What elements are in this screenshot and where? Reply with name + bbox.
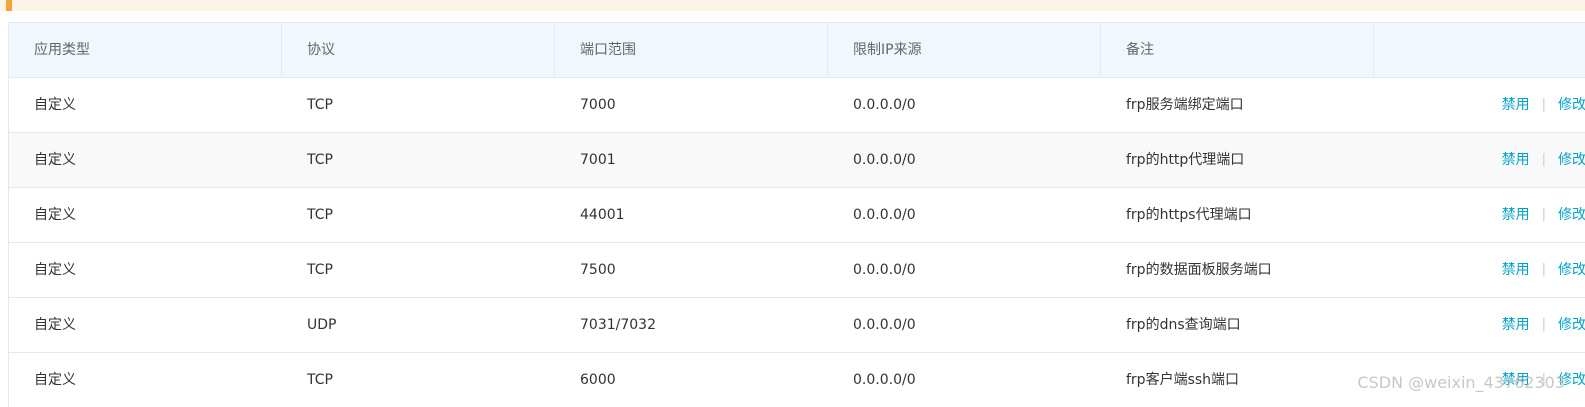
row-actions: 禁用 | 修改 [1502, 243, 1585, 297]
cell-app-type: 自定义 [34, 207, 76, 223]
cell-port-range: 7000 [580, 97, 616, 113]
disable-link[interactable]: 禁用 [1502, 298, 1530, 352]
action-separator: | [1541, 97, 1546, 112]
header-app-type: 应用类型 [9, 23, 282, 77]
cell-note: frp的dns查询端口 [1126, 317, 1241, 333]
row-actions: 禁用 | 修改 [1502, 78, 1585, 132]
cell-app-type: 自定义 [34, 317, 76, 333]
cell-port-range: 44001 [580, 207, 625, 223]
cell-port-range: 6000 [580, 372, 616, 388]
action-separator: | [1541, 317, 1546, 332]
disable-link[interactable]: 禁用 [1502, 133, 1530, 187]
cell-protocol: TCP [307, 97, 333, 113]
cell-actions: 禁用 | 修改 [1374, 78, 1585, 132]
table-row: 自定义 TCP 44001 0.0.0.0/0 frp的https代理端口 禁用… [9, 188, 1585, 243]
cell-actions: 禁用 | 修改 [1374, 188, 1585, 242]
cell-port-range: 7500 [580, 262, 616, 278]
cell-actions: 禁用 | 修改 [1374, 243, 1585, 297]
table-row: 自定义 TCP 7001 0.0.0.0/0 frp的http代理端口 禁用 |… [9, 133, 1585, 188]
disable-link[interactable]: 禁用 [1502, 353, 1530, 407]
cell-note: frp的数据面板服务端口 [1126, 262, 1272, 278]
action-separator: | [1541, 372, 1546, 387]
action-separator: | [1541, 152, 1546, 167]
cell-note: frp的https代理端口 [1126, 207, 1252, 223]
edit-link[interactable]: 修改 [1558, 243, 1585, 297]
cell-port-range: 7031/7032 [580, 317, 656, 333]
row-actions: 禁用 | 修改 [1502, 353, 1585, 407]
action-separator: | [1541, 207, 1546, 222]
action-separator: | [1541, 262, 1546, 277]
edit-link[interactable]: 修改 [1558, 353, 1585, 407]
rules-table: 应用类型 协议 端口范围 限制IP来源 备注 自定义 TCP 7000 0.0.… [8, 22, 1585, 407]
table-row: 自定义 UDP 7031/7032 0.0.0.0/0 frp的dns查询端口 … [9, 298, 1585, 353]
cell-protocol: TCP [307, 207, 333, 223]
cell-port-range: 7001 [580, 152, 616, 168]
cell-app-type: 自定义 [34, 262, 76, 278]
cell-protocol: TCP [307, 152, 333, 168]
row-actions: 禁用 | 修改 [1502, 133, 1585, 187]
cell-note: frp服务端绑定端口 [1126, 97, 1244, 113]
cell-actions: 禁用 | 修改 [1374, 133, 1585, 187]
table-row: 自定义 TCP 6000 0.0.0.0/0 frp客户端ssh端口 禁用 | … [9, 353, 1585, 407]
disable-link[interactable]: 禁用 [1502, 188, 1530, 242]
row-actions: 禁用 | 修改 [1502, 298, 1585, 352]
cell-actions: 禁用 | 修改 [1374, 298, 1585, 352]
cell-ip-source: 0.0.0.0/0 [853, 152, 916, 168]
header-port-range: 端口范围 [555, 23, 828, 77]
row-actions: 禁用 | 修改 [1502, 188, 1585, 242]
disable-link[interactable]: 禁用 [1502, 243, 1530, 297]
edit-link[interactable]: 修改 [1558, 78, 1585, 132]
alert-banner [0, 0, 1585, 11]
cell-ip-source: 0.0.0.0/0 [853, 207, 916, 223]
cell-ip-source: 0.0.0.0/0 [853, 317, 916, 333]
header-note: 备注 [1101, 23, 1374, 77]
table-row: 自定义 TCP 7000 0.0.0.0/0 frp服务端绑定端口 禁用 | 修… [9, 78, 1585, 133]
cell-protocol: TCP [307, 262, 333, 278]
edit-link[interactable]: 修改 [1558, 298, 1585, 352]
cell-protocol: TCP [307, 372, 333, 388]
disable-link[interactable]: 禁用 [1502, 78, 1530, 132]
cell-note: frp客户端ssh端口 [1126, 372, 1240, 388]
cell-ip-source: 0.0.0.0/0 [853, 372, 916, 388]
header-actions [1374, 23, 1585, 77]
edit-link[interactable]: 修改 [1558, 188, 1585, 242]
security-group-rules-page: 应用类型 协议 端口范围 限制IP来源 备注 自定义 TCP 7000 0.0.… [0, 0, 1585, 407]
cell-ip-source: 0.0.0.0/0 [853, 262, 916, 278]
alert-accent-bar [6, 0, 12, 11]
header-protocol: 协议 [282, 23, 555, 77]
cell-actions: 禁用 | 修改 [1374, 353, 1585, 407]
table-header: 应用类型 协议 端口范围 限制IP来源 备注 [9, 23, 1585, 78]
cell-app-type: 自定义 [34, 152, 76, 168]
cell-note: frp的http代理端口 [1126, 152, 1245, 168]
table-row: 自定义 TCP 7500 0.0.0.0/0 frp的数据面板服务端口 禁用 |… [9, 243, 1585, 298]
header-ip-source: 限制IP来源 [828, 23, 1101, 77]
cell-ip-source: 0.0.0.0/0 [853, 97, 916, 113]
cell-app-type: 自定义 [34, 372, 76, 388]
edit-link[interactable]: 修改 [1558, 133, 1585, 187]
cell-app-type: 自定义 [34, 97, 76, 113]
cell-protocol: UDP [307, 317, 337, 333]
